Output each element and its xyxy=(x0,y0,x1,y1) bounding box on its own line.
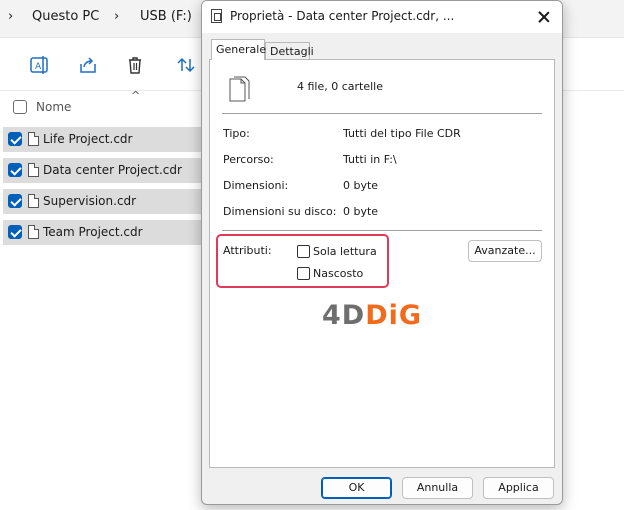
share-icon[interactable] xyxy=(78,55,98,75)
file-name: Life Project.cdr xyxy=(43,132,133,146)
readonly-checkbox[interactable] xyxy=(297,245,310,258)
tab-general[interactable]: Generale xyxy=(211,39,266,60)
file-row-life-project[interactable]: Life Project.cdr xyxy=(3,127,208,152)
type-label: Tipo: xyxy=(223,127,250,140)
breadcrumb-this-pc[interactable]: Questo PC xyxy=(32,9,99,24)
type-value: Tutti del tipo File CDR xyxy=(343,127,461,140)
size-value: 0 byte xyxy=(343,179,379,192)
chevron-right-icon: › xyxy=(8,9,14,24)
file-icon xyxy=(28,194,39,208)
file-name: Supervision.cdr xyxy=(43,194,137,208)
svg-text:A: A xyxy=(35,62,42,72)
selection-summary: 4 file, 0 cartelle xyxy=(297,80,384,93)
file-checkbox[interactable] xyxy=(8,132,22,146)
file-row-team-project[interactable]: Team Project.cdr xyxy=(3,220,208,245)
readonly-label[interactable]: Sola lettura xyxy=(313,245,377,258)
general-tab-panel: 4 file, 0 cartelle Tipo: Tutti del tipo … xyxy=(209,59,555,468)
4ddig-watermark-logo: 4DDiG xyxy=(322,300,423,331)
divider xyxy=(222,230,542,231)
breadcrumb-usb-drive[interactable]: USB (F:) xyxy=(140,9,192,24)
hidden-label[interactable]: Nascosto xyxy=(313,267,363,280)
size-on-disk-value: 0 byte xyxy=(343,205,379,218)
select-all-checkbox[interactable] xyxy=(13,100,27,114)
cancel-button[interactable]: Annulla xyxy=(402,477,473,499)
file-checkbox[interactable] xyxy=(8,163,22,177)
dialog-title: Proprietà - Data center Project.cdr, ... xyxy=(230,9,455,23)
file-name: Data center Project.cdr xyxy=(43,163,182,177)
file-icon xyxy=(28,163,39,177)
properties-dialog: Proprietà - Data center Project.cdr, ...… xyxy=(201,0,563,505)
file-icon xyxy=(28,132,39,146)
column-header: Nome ^ xyxy=(0,89,210,119)
file-row-supervision[interactable]: Supervision.cdr xyxy=(3,189,208,214)
size-on-disk-label: Dimensioni su disco: xyxy=(223,205,337,218)
file-name: Team Project.cdr xyxy=(43,225,143,239)
file-checkbox[interactable] xyxy=(8,225,22,239)
location-label: Percorso: xyxy=(223,153,274,166)
column-name-header[interactable]: Nome xyxy=(36,100,71,114)
chevron-right-icon: › xyxy=(114,9,120,24)
tab-details[interactable]: Dettagli xyxy=(265,42,314,60)
location-value: Tutti in F:\ xyxy=(343,153,397,166)
close-button[interactable] xyxy=(532,5,556,29)
ok-button[interactable]: OK xyxy=(321,477,392,499)
sort-icon[interactable] xyxy=(176,55,196,75)
hidden-checkbox[interactable] xyxy=(297,267,310,280)
file-row-data-center-project[interactable]: Data center Project.cdr xyxy=(3,158,208,183)
multiple-files-icon xyxy=(229,76,250,102)
delete-icon[interactable] xyxy=(125,55,145,75)
apply-button[interactable]: Applica xyxy=(483,477,554,499)
advanced-button[interactable]: Avanzate... xyxy=(468,240,542,262)
rename-icon[interactable]: A xyxy=(29,55,49,75)
dialog-titlebar[interactable]: Proprietà - Data center Project.cdr, ... xyxy=(202,1,562,33)
attributes-label: Attributi: xyxy=(223,244,272,257)
file-checkbox[interactable] xyxy=(8,194,22,208)
properties-icon xyxy=(211,9,222,23)
divider xyxy=(222,113,542,114)
sort-up-icon: ^ xyxy=(131,89,141,102)
size-label: Dimensioni: xyxy=(223,179,289,192)
file-icon xyxy=(28,225,39,239)
